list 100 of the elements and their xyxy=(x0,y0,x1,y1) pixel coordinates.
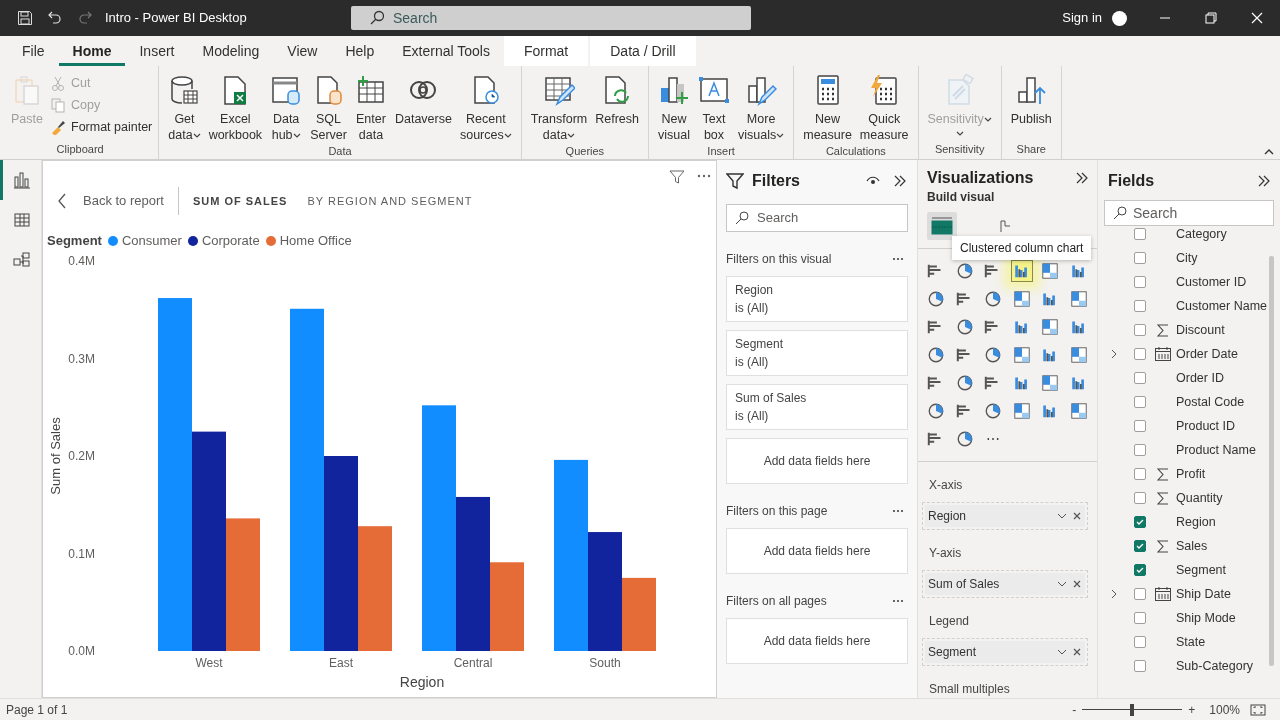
search-field[interactable]: Search xyxy=(726,204,908,232)
visual-type-button[interactable] xyxy=(1011,345,1032,365)
field-item[interactable]: Profit xyxy=(1104,462,1269,486)
remove-icon[interactable] xyxy=(1073,512,1081,520)
zoom-out-button[interactable]: - xyxy=(1072,700,1077,719)
field-item[interactable]: Postal Code xyxy=(1104,390,1269,414)
more-options-icon[interactable] xyxy=(892,257,904,261)
visual-type-button[interactable] xyxy=(926,401,946,421)
field-item[interactable]: Region xyxy=(1104,510,1269,534)
checkbox[interactable] xyxy=(1134,372,1146,384)
field-pill[interactable]: Sum of Sales xyxy=(925,573,1085,595)
menu-tab[interactable]: Insert xyxy=(125,36,189,66)
visual-type-button[interactable] xyxy=(1011,289,1032,309)
more-options-icon[interactable] xyxy=(892,599,904,603)
collapse-icon[interactable] xyxy=(1076,172,1088,184)
drop-zone[interactable]: Add data fields here xyxy=(726,438,908,484)
checkbox[interactable] xyxy=(1134,564,1146,576)
checkbox[interactable] xyxy=(1134,228,1146,240)
field-item[interactable]: Order ID xyxy=(1104,366,1269,390)
expand-icon[interactable] xyxy=(1111,589,1117,599)
visual-type-button[interactable] xyxy=(1040,317,1060,337)
more-visuals-button[interactable]: ⋯ xyxy=(983,429,1003,449)
checkbox[interactable] xyxy=(1134,252,1146,264)
field-item[interactable]: Discount xyxy=(1104,318,1269,342)
ribbon-button[interactable]: New visual xyxy=(655,74,693,143)
ribbon-button[interactable]: Format painter xyxy=(50,116,153,138)
visual-type-button[interactable] xyxy=(1040,261,1060,281)
visual-type-button[interactable] xyxy=(926,345,946,365)
checkbox[interactable] xyxy=(1134,324,1146,336)
visual-type-button[interactable] xyxy=(983,345,1003,365)
field-item[interactable]: Customer Name xyxy=(1104,294,1269,318)
ribbon-button[interactable]: Transform data xyxy=(527,74,591,143)
checkbox[interactable] xyxy=(1134,588,1146,600)
zoom-in-button[interactable]: + xyxy=(1188,700,1196,719)
visual-type-button[interactable] xyxy=(1068,289,1089,309)
remove-icon[interactable] xyxy=(1073,648,1081,656)
remove-icon[interactable] xyxy=(1073,580,1081,588)
ribbon-button[interactable]: Get data xyxy=(165,74,204,143)
field-item[interactable]: Customer ID xyxy=(1104,270,1269,294)
menu-tab[interactable]: External Tools xyxy=(388,36,504,66)
build-tab[interactable] xyxy=(927,212,957,240)
redo-icon[interactable] xyxy=(77,10,93,26)
checkbox[interactable] xyxy=(1134,300,1146,312)
close-icon[interactable] xyxy=(1251,12,1263,24)
chevron-down-icon[interactable] xyxy=(1057,513,1067,519)
field-item[interactable]: Order Date xyxy=(1104,342,1269,366)
checkbox[interactable] xyxy=(1134,660,1146,672)
ribbon-button[interactable]: Publish xyxy=(1007,74,1055,127)
ribbon-button[interactable]: SQL Server xyxy=(307,74,350,143)
visual-type-button[interactable] xyxy=(1011,401,1032,421)
field-item[interactable]: Sub-Category xyxy=(1104,654,1269,678)
visual-type-button[interactable] xyxy=(983,289,1003,309)
ribbon-button[interactable]: Recent sources xyxy=(456,74,515,143)
chevron-down-icon[interactable] xyxy=(1057,581,1067,587)
save-icon[interactable] xyxy=(17,10,33,26)
checkbox[interactable] xyxy=(1134,348,1146,360)
restore-icon[interactable] xyxy=(1205,12,1217,24)
field-item[interactable]: Ship Date xyxy=(1104,582,1269,606)
filter-card[interactable]: Sum of Sales is (All) xyxy=(726,384,908,430)
ribbon-button[interactable]: More visuals xyxy=(735,74,788,143)
checkbox[interactable] xyxy=(1134,468,1146,480)
search-field[interactable]: Search xyxy=(1104,200,1274,226)
more-options-icon[interactable] xyxy=(892,509,904,513)
checkbox[interactable] xyxy=(1134,444,1146,456)
ribbon-button[interactable]: New measure xyxy=(800,74,855,143)
field-pill[interactable]: Region xyxy=(925,505,1085,527)
checkbox[interactable] xyxy=(1134,636,1146,648)
search-field[interactable]: Search xyxy=(351,6,751,30)
field-item[interactable]: State xyxy=(1104,630,1269,654)
field-item[interactable]: Product ID xyxy=(1104,414,1269,438)
field-item[interactable]: Sales xyxy=(1104,534,1269,558)
collapse-icon[interactable] xyxy=(894,175,906,187)
visual-type-button[interactable] xyxy=(1011,261,1032,281)
filter-icon[interactable] xyxy=(669,169,685,185)
ribbon-button[interactable]: Dataverse xyxy=(391,74,455,127)
visual-type-button[interactable] xyxy=(983,401,1003,421)
field-item[interactable]: Segment xyxy=(1104,558,1269,582)
eye-icon[interactable] xyxy=(866,176,880,186)
ribbon-button[interactable]: Refresh xyxy=(592,74,642,127)
ribbon-button[interactable]: Text box xyxy=(695,74,733,143)
field-item[interactable]: Ship Mode xyxy=(1104,606,1269,630)
filter-card[interactable]: Region is (All) xyxy=(726,276,908,322)
collapse-ribbon-icon[interactable] xyxy=(1264,148,1274,155)
checkbox[interactable] xyxy=(1134,612,1146,624)
field-pill[interactable]: Segment xyxy=(925,641,1085,663)
more-options-icon[interactable] xyxy=(697,174,711,178)
ribbon-button[interactable]: Quick measure xyxy=(856,74,912,143)
checkbox[interactable] xyxy=(1134,540,1146,552)
ribbon-button[interactable]: Excel workbook xyxy=(205,74,266,143)
drop-zone[interactable]: Add data fields here xyxy=(726,528,908,574)
checkbox[interactable] xyxy=(1134,492,1146,504)
menu-tab[interactable]: Help xyxy=(331,36,389,66)
ribbon-button[interactable]: Enter data xyxy=(351,74,390,143)
slider-thumb[interactable] xyxy=(1130,703,1135,716)
field-item[interactable]: Product Name xyxy=(1104,438,1269,462)
field-item[interactable]: Quantity xyxy=(1104,486,1269,510)
back-to-report-link[interactable]: Back to report xyxy=(57,191,164,211)
menu-tab[interactable]: Format xyxy=(503,36,589,66)
ribbon-button[interactable]: Data hub xyxy=(267,74,306,143)
field-item[interactable]: City xyxy=(1104,246,1269,270)
